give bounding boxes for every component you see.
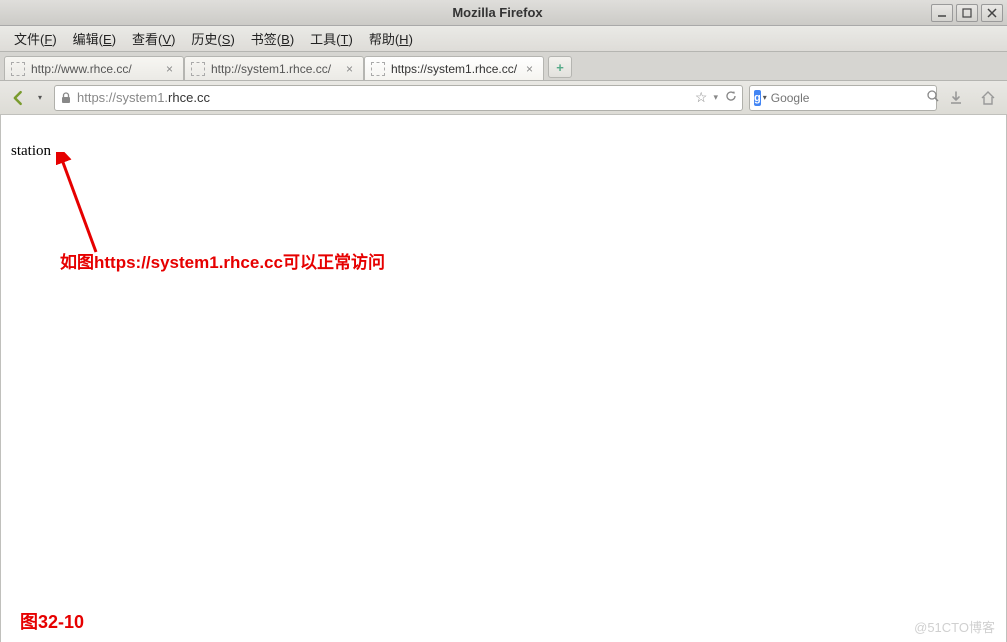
menu-help[interactable]: 帮助(H) (361, 26, 421, 51)
tab-label: https://system1.rhce.cc/ (391, 62, 518, 76)
tab-label: http://www.rhce.cc/ (31, 62, 158, 76)
menu-edit[interactable]: 编辑(E) (65, 26, 124, 51)
history-dropdown-icon[interactable]: ▾ (713, 92, 718, 103)
page-body-text: station (11, 143, 51, 160)
page-icon (371, 62, 385, 76)
browser-tab[interactable]: http://www.rhce.cc/ × (4, 56, 184, 80)
browser-tab[interactable]: https://system1.rhce.cc/ × (364, 56, 544, 80)
chevron-down-icon[interactable]: ▾ (763, 93, 767, 102)
reload-icon[interactable] (724, 89, 738, 106)
window-titlebar: Mozilla Firefox (0, 0, 1007, 26)
maximize-button[interactable] (956, 4, 978, 22)
page-icon (191, 62, 205, 76)
menu-view[interactable]: 查看(V) (124, 26, 183, 51)
downloads-button[interactable] (943, 85, 969, 111)
url-text: https://system1.rhce.cc (77, 90, 695, 105)
search-icon[interactable] (926, 89, 940, 106)
menu-history[interactable]: 历史(S) (183, 26, 242, 51)
menu-bookmarks[interactable]: 书签(B) (243, 26, 302, 51)
new-tab-button[interactable]: + (548, 56, 572, 78)
watermark: @51CTO博客 (914, 617, 995, 636)
bookmark-star-icon[interactable]: ☆ (695, 89, 708, 106)
home-button[interactable] (975, 85, 1001, 111)
menu-file[interactable]: 文件(F) (6, 26, 65, 51)
tabbar: http://www.rhce.cc/ × http://system1.rhc… (0, 52, 1007, 81)
back-history-dropdown[interactable]: ▾ (38, 93, 48, 102)
minimize-button[interactable] (931, 4, 953, 22)
tab-label: http://system1.rhce.cc/ (211, 62, 338, 76)
figure-label: 图32-10 (20, 608, 84, 634)
navbar: ▾ https://system1.rhce.cc ☆ ▾ g ▾ (0, 81, 1007, 115)
lock-icon (59, 91, 73, 105)
window-title: Mozilla Firefox (64, 5, 931, 20)
menu-tools[interactable]: 工具(T) (302, 26, 361, 51)
annotation-text: 如图https://system1.rhce.cc可以正常访问 (60, 248, 385, 273)
page-icon (11, 62, 25, 76)
back-button[interactable] (6, 85, 32, 111)
close-icon[interactable]: × (342, 61, 357, 76)
page-content: station (0, 115, 1007, 642)
browser-tab[interactable]: http://system1.rhce.cc/ × (184, 56, 364, 80)
close-button[interactable] (981, 4, 1003, 22)
url-bar[interactable]: https://system1.rhce.cc ☆ ▾ (54, 85, 743, 111)
search-bar[interactable]: g ▾ (749, 85, 937, 111)
close-icon[interactable]: × (162, 61, 177, 76)
search-input[interactable] (771, 91, 926, 105)
close-icon[interactable]: × (522, 61, 537, 76)
google-icon: g (754, 90, 761, 106)
menubar: 文件(F) 编辑(E) 查看(V) 历史(S) 书签(B) 工具(T) 帮助(H… (0, 26, 1007, 52)
